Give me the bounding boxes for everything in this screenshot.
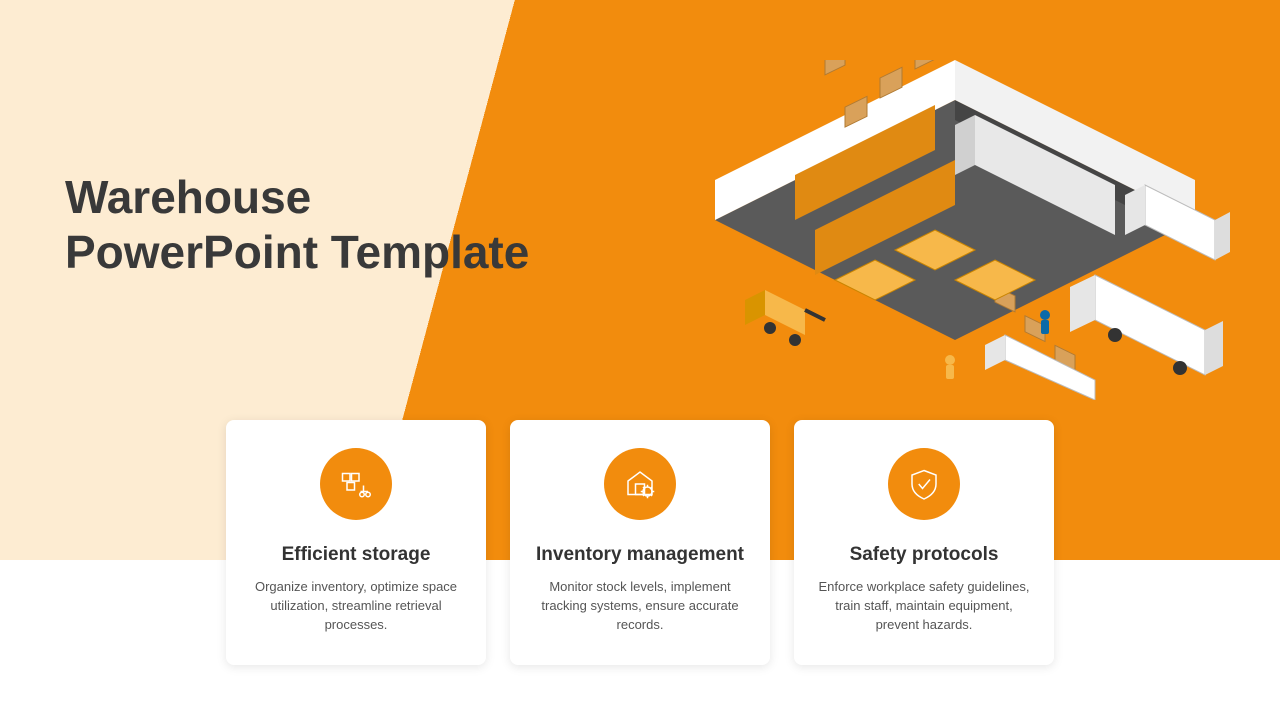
card-safety-protocols: Safety protocols Enforce workplace safet… [794, 420, 1054, 665]
card-inventory-management: Inventory management Monitor stock level… [510, 420, 770, 665]
card-description: Organize inventory, optimize space utili… [248, 578, 464, 635]
slide-title: Warehouse PowerPoint Template [65, 170, 529, 280]
shield-check-icon [888, 448, 960, 520]
forklift-boxes-icon [320, 448, 392, 520]
feature-cards-row: Efficient storage Organize inventory, op… [226, 420, 1054, 665]
warehouse-gear-icon [604, 448, 676, 520]
warehouse-isometric-illustration [675, 60, 1235, 400]
card-description: Monitor stock levels, implement tracking… [532, 578, 748, 635]
card-title: Efficient storage [248, 544, 464, 566]
card-title: Safety protocols [816, 544, 1032, 566]
card-efficient-storage: Efficient storage Organize inventory, op… [226, 420, 486, 665]
card-title: Inventory management [532, 544, 748, 566]
slide: Warehouse PowerPoint Template [0, 0, 1280, 720]
card-description: Enforce workplace safety guidelines, tra… [816, 578, 1032, 635]
